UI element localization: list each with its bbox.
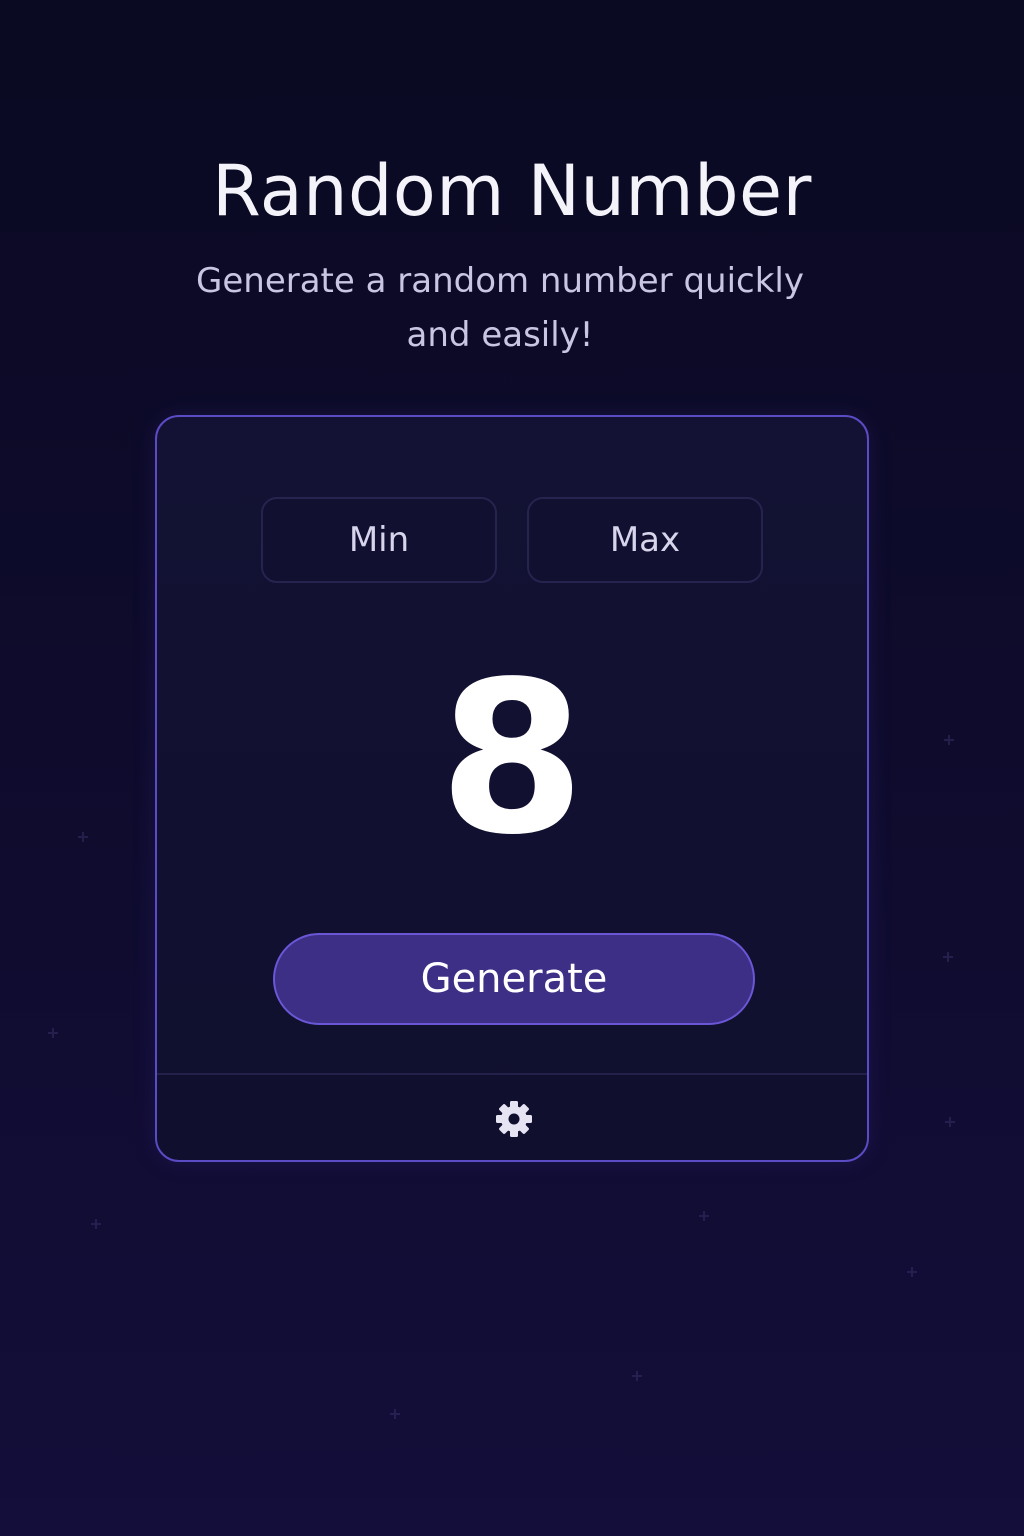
sparkle-decoration	[945, 1117, 955, 1127]
max-input[interactable]	[527, 497, 763, 583]
sparkle-decoration	[907, 1267, 917, 1277]
sparkle-decoration	[944, 735, 954, 745]
sparkle-decoration	[91, 1219, 101, 1229]
gear-icon	[496, 1101, 532, 1137]
sparkle-decoration	[943, 952, 953, 962]
card-divider	[157, 1073, 867, 1075]
page-title: Random Number	[212, 150, 812, 232]
sparkle-decoration	[699, 1211, 709, 1221]
sparkle-decoration	[78, 832, 88, 842]
result-number: 8	[438, 636, 586, 881]
generate-button[interactable]: Generate	[273, 933, 755, 1025]
sparkle-decoration	[390, 1409, 400, 1419]
generator-card: 8 Generate	[155, 415, 869, 1162]
page: Random Number Generate a random number q…	[0, 0, 1024, 1536]
min-input[interactable]	[261, 497, 497, 583]
sparkle-decoration	[632, 1371, 642, 1381]
settings-button[interactable]	[492, 1097, 536, 1141]
page-subtitle: Generate a random number quickly and eas…	[196, 261, 804, 355]
sparkle-decoration	[48, 1028, 58, 1038]
